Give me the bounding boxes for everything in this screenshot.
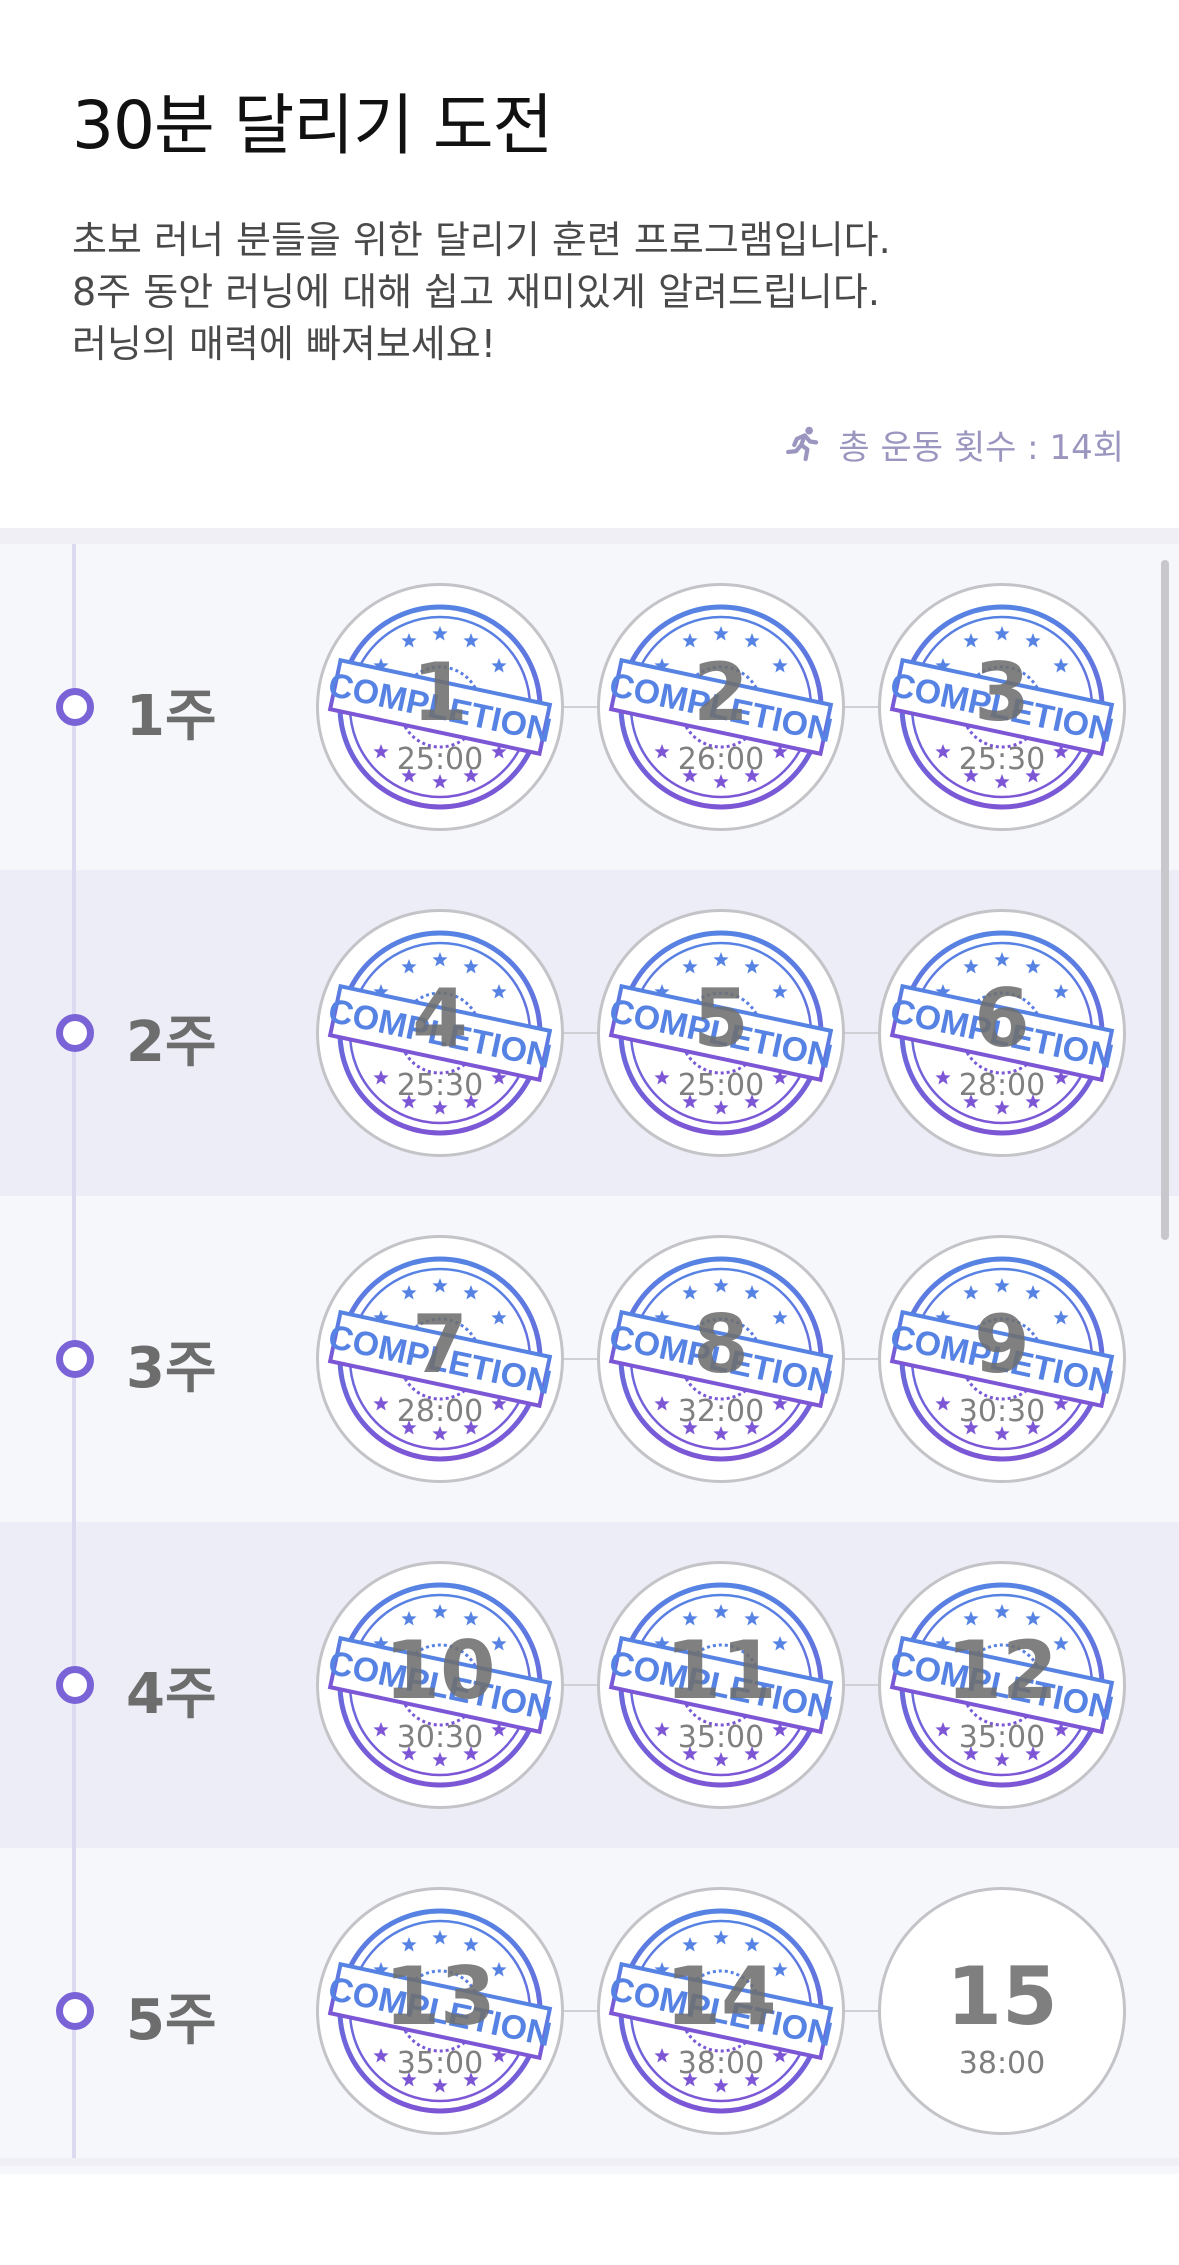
session-number: 15	[946, 1950, 1058, 2043]
session-number: 1	[412, 646, 468, 739]
session-connector	[564, 1032, 597, 1034]
session-connector	[564, 1358, 597, 1360]
total-workouts-label: 총 운동 횟수 : 14회	[838, 428, 1124, 468]
week-label: 5주	[126, 1988, 217, 2053]
session-number: 5	[693, 972, 749, 1065]
week-label: 2주	[126, 1010, 217, 1075]
session-circle[interactable]: COMPLETION 1 25:00	[316, 583, 564, 831]
scrollbar[interactable]	[1161, 560, 1169, 1240]
session-circle[interactable]: COMPLETION 14 38:00	[597, 1887, 845, 2135]
session-time: 35:00	[677, 1720, 765, 1755]
section-divider	[0, 528, 1179, 544]
timeline-dot	[56, 1992, 94, 2030]
session-circle[interactable]: COMPLETION 11 35:00	[597, 1561, 845, 1809]
session-number: 6	[974, 972, 1030, 1065]
session-circle[interactable]: COMPLETION 10 30:30	[316, 1561, 564, 1809]
session-circle[interactable]: COMPLETION 6 28:00	[878, 909, 1126, 1157]
total-workouts: 총 운동 횟수 : 14회	[782, 420, 1124, 469]
timeline-dot	[56, 688, 94, 726]
program-description: 초보 러너 분들을 위한 달리기 훈련 프로그램입니다. 8주 동안 러닝에 대…	[72, 214, 1112, 370]
page-title: 30분 달리기 도전	[72, 87, 553, 164]
session-time: 25:30	[958, 742, 1046, 777]
session-time: 25:30	[396, 1068, 484, 1103]
session-connector	[845, 706, 878, 708]
session-time: 28:00	[396, 1394, 484, 1429]
session-connector	[564, 2010, 597, 2012]
timeline-dot	[56, 1014, 94, 1052]
week-label: 1주	[126, 684, 217, 749]
session-connector	[845, 1684, 878, 1686]
session-connector	[845, 1358, 878, 1360]
timeline-dot	[56, 1340, 94, 1378]
program-page: 30분 달리기 도전 초보 러너 분들을 위한 달리기 훈련 프로그램입니다. …	[0, 0, 1179, 2265]
session-number: 9	[974, 1298, 1030, 1391]
session-number: 3	[974, 646, 1030, 739]
week-label: 3주	[126, 1336, 217, 1401]
session-circle[interactable]: 15 38:00	[878, 1887, 1126, 2135]
session-time: 25:00	[396, 742, 484, 777]
timeline-dot	[56, 1666, 94, 1704]
bottom-divider	[0, 2158, 1179, 2166]
running-person-icon	[786, 426, 819, 461]
session-circle[interactable]: COMPLETION 2 26:00	[597, 583, 845, 831]
session-number: 11	[665, 1624, 777, 1717]
session-time: 26:00	[677, 742, 765, 777]
session-time: 38:00	[677, 2046, 765, 2081]
session-number: 4	[412, 972, 468, 1065]
session-time: 30:30	[396, 1720, 484, 1755]
session-connector	[845, 2010, 878, 2012]
session-circle[interactable]: COMPLETION 8 32:00	[597, 1235, 845, 1483]
session-circle[interactable]: COMPLETION 9 30:30	[878, 1235, 1126, 1483]
session-number: 8	[693, 1298, 749, 1391]
session-circle[interactable]: COMPLETION 5 25:00	[597, 909, 845, 1157]
session-circle[interactable]: COMPLETION 13 35:00	[316, 1887, 564, 2135]
session-connector	[564, 1684, 597, 1686]
description-line: 러닝의 매력에 빠져보세요!	[72, 322, 496, 366]
description-line: 8주 동안 러닝에 대해 쉽고 재미있게 알려드립니다.	[72, 270, 880, 314]
session-number: 2	[693, 646, 749, 739]
week-label: 4주	[126, 1662, 217, 1727]
description-line: 초보 러너 분들을 위한 달리기 훈련 프로그램입니다.	[72, 218, 891, 262]
session-time: 30:30	[958, 1394, 1046, 1429]
session-time: 35:00	[958, 1720, 1046, 1755]
program-header: 30분 달리기 도전 초보 러너 분들을 위한 달리기 훈련 프로그램입니다. …	[0, 0, 1179, 528]
session-number: 10	[384, 1624, 496, 1717]
session-time: 28:00	[958, 1068, 1046, 1103]
session-time: 38:00	[958, 2046, 1046, 2081]
session-number: 13	[384, 1950, 496, 2043]
session-circle[interactable]: COMPLETION 7 28:00	[316, 1235, 564, 1483]
session-number: 12	[946, 1624, 1058, 1717]
session-connector	[564, 706, 597, 708]
session-time: 35:00	[396, 2046, 484, 2081]
session-number: 14	[665, 1950, 777, 2043]
session-circle[interactable]: COMPLETION 12 35:00	[878, 1561, 1126, 1809]
session-time: 32:00	[677, 1394, 765, 1429]
session-circle[interactable]: COMPLETION 3 25:30	[878, 583, 1126, 831]
session-circle[interactable]: COMPLETION 4 25:30	[316, 909, 564, 1157]
session-connector	[845, 1032, 878, 1034]
session-time: 25:00	[677, 1068, 765, 1103]
session-number: 7	[412, 1298, 468, 1391]
